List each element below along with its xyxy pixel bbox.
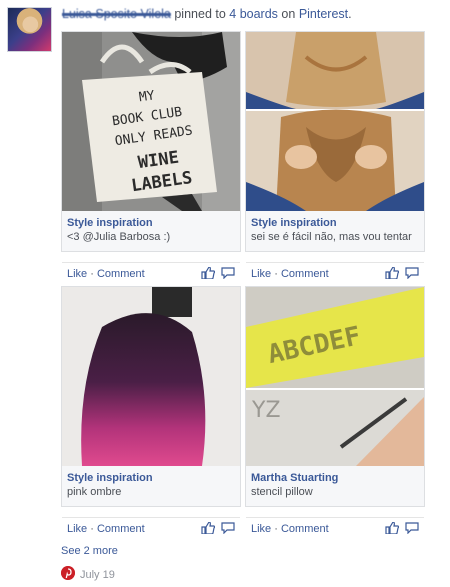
comment-link[interactable]: Comment bbox=[281, 268, 329, 280]
action-separator: · bbox=[274, 268, 278, 280]
post-date[interactable]: July 19 bbox=[80, 569, 115, 581]
comment-link[interactable]: Comment bbox=[97, 523, 145, 535]
pin-image-stencil[interactable]: ABCDEF YZ bbox=[246, 287, 424, 466]
pin-image-pink-ombre[interactable] bbox=[62, 287, 240, 466]
pinterest-icon bbox=[61, 566, 75, 580]
like-link[interactable]: Like bbox=[251, 523, 271, 535]
pin-actions: Like · Comment bbox=[62, 517, 240, 539]
pin-board-title[interactable]: Style inspiration bbox=[67, 471, 235, 485]
pin-caption: stencil pillow bbox=[251, 486, 313, 498]
pin-caption: sei se é fácil não, mas vou tentar bbox=[251, 231, 412, 243]
pin-card[interactable]: ABCDEF YZ Martha Stuarting stencil pillo… bbox=[245, 286, 425, 535]
pin-card[interactable]: Style inspiration pink ombre Like · Comm… bbox=[61, 286, 241, 535]
pin-card[interactable]: Style inspiration sei se é fácil não, ma… bbox=[245, 31, 425, 280]
pin-actions: Like · Comment bbox=[62, 262, 240, 284]
speech-bubble-icon[interactable] bbox=[405, 522, 419, 534]
thumbs-up-icon[interactable] bbox=[201, 267, 215, 279]
thumbs-up-icon[interactable] bbox=[385, 267, 399, 279]
speech-bubble-icon[interactable] bbox=[221, 267, 235, 279]
pin-actions: Like · Comment bbox=[246, 517, 424, 539]
actor-avatar[interactable] bbox=[7, 7, 52, 52]
pin-board-title[interactable]: Martha Stuarting bbox=[251, 471, 419, 485]
see-more-link[interactable]: See 2 more bbox=[61, 545, 118, 557]
pin-board-title[interactable]: Style inspiration bbox=[251, 216, 419, 230]
comment-link[interactable]: Comment bbox=[97, 268, 145, 280]
actor-name-link[interactable]: Luisa Sposito Vilela bbox=[62, 7, 171, 21]
pin-actions: Like · Comment bbox=[246, 262, 424, 284]
speech-bubble-icon[interactable] bbox=[405, 267, 419, 279]
like-link[interactable]: Like bbox=[67, 268, 87, 280]
comment-link[interactable]: Comment bbox=[281, 523, 329, 535]
like-link[interactable]: Like bbox=[251, 268, 271, 280]
pin-caption: <3 @Julia Barbosa :) bbox=[67, 231, 171, 243]
story-period: . bbox=[348, 7, 352, 21]
boards-link[interactable]: 4 boards bbox=[229, 7, 278, 21]
pin-caption: pink ombre bbox=[67, 486, 122, 498]
pin-image-hairstyle[interactable] bbox=[246, 32, 424, 211]
pinterest-link[interactable]: Pinterest bbox=[299, 7, 348, 21]
tote-text-line: MY bbox=[138, 88, 156, 105]
thumbs-up-icon[interactable] bbox=[201, 522, 215, 534]
action-separator: · bbox=[90, 268, 94, 280]
thumbs-up-icon[interactable] bbox=[385, 522, 399, 534]
pin-card[interactable]: MY BOOK CLUB ONLY READS WINE LABELS Styl… bbox=[61, 31, 241, 280]
speech-bubble-icon[interactable] bbox=[221, 522, 235, 534]
stencil-letters: YZ bbox=[251, 398, 281, 423]
like-link[interactable]: Like bbox=[67, 523, 87, 535]
story-verb: pinned to bbox=[174, 7, 226, 21]
action-separator: · bbox=[90, 523, 94, 535]
pin-board-title[interactable]: Style inspiration bbox=[67, 216, 235, 230]
action-separator: · bbox=[274, 523, 278, 535]
story-header: Luisa Sposito Vilela pinned to 4 boards … bbox=[62, 7, 352, 21]
story-on: on bbox=[281, 7, 296, 21]
pin-image-tote-bag[interactable]: MY BOOK CLUB ONLY READS WINE LABELS bbox=[62, 32, 240, 211]
